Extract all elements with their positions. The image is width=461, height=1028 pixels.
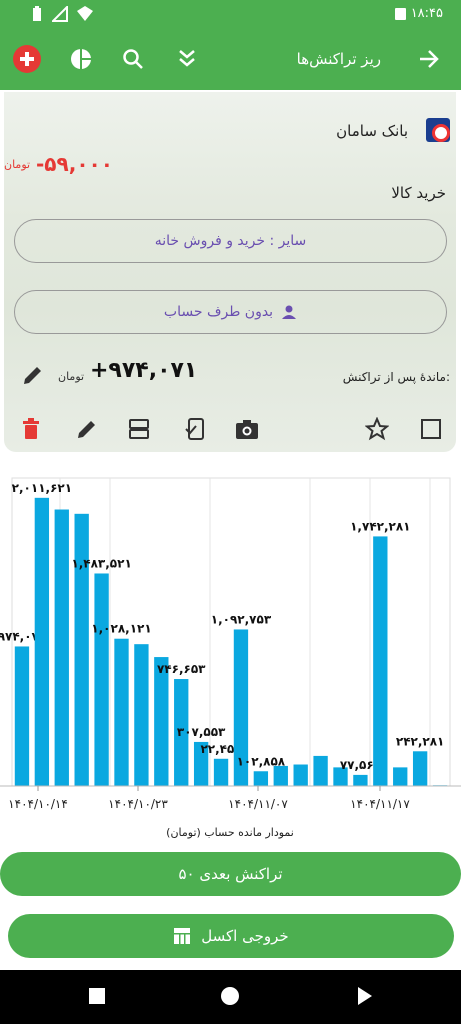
app-bar: ریز تراکنش‌ها [0,30,461,90]
status-time: ۱۸:۴۵ [410,6,443,21]
chart-bar [353,774,368,786]
chart-data-label: ۳۰۷,۵۵۳ [177,725,226,739]
add-button[interactable] [12,44,42,74]
table-icon [174,928,191,944]
chart-bar [273,765,288,786]
bank-name: بانک سامان [336,122,408,140]
recent-apps-icon[interactable] [89,988,105,1004]
search-icon [123,49,143,69]
balance-chart-svg: ۹۷۴,۰۷۱۲,۰۱۱,۶۲۱۱,۴۸۳,۵۲۱۱,۰۲۸,۱۲۱۷۴۶,۶۵… [0,477,461,839]
expand-button[interactable] [172,44,202,74]
pie-chart-button[interactable] [66,44,96,74]
chart-data-label: ۷۴۶,۶۵۳ [157,662,206,676]
transaction-amount: -۵۹,۰۰۰ [36,152,113,176]
wifi-icon [77,6,93,21]
next-transactions-label: ۵۰ تراکنش بعدی [178,865,283,883]
amount-unit: تومان [4,158,31,171]
chart-bar [293,764,308,786]
page-title: ریز تراکنش‌ها [296,50,381,68]
chart-x-tick-label: ۱۴۰۴/۱۰/۱۴ [8,797,68,811]
pie-chart-icon [71,49,91,69]
split-icon [129,419,149,439]
signal-icon [52,6,68,22]
chart-data-label: ۱,۴۸۳,۵۲۱ [71,556,131,570]
transaction-card[interactable]: بانک سامان -۵۹,۰۰۰ تومان خرید کالا سایر … [4,92,456,452]
excel-export-label: خروجی اکسل [201,927,289,945]
chart-bar [134,644,149,786]
star-icon [365,417,389,441]
edit-button[interactable] [72,414,102,444]
double-chevron-down-icon [179,50,195,67]
chart-bar [313,755,328,786]
arrow-right-icon [420,50,439,68]
category-label: سایر : خرید و فروش خانه [154,233,307,249]
chart-bar [373,536,388,786]
chart-data-label: ۱,۰۲۸,۱۲۱ [91,622,151,636]
chart-bar [94,573,109,786]
chart-bar [74,513,89,786]
balance-value: +۹۷۴,۰۷۱ [90,358,198,383]
system-nav-icons [89,987,372,1005]
back-button[interactable] [414,44,444,74]
chart-bar [393,767,408,786]
chart-data-label: ۱,۷۴۲,۲۸۱ [350,519,410,533]
chart-bar [253,771,269,786]
chart-x-label: نمودار مانده حساب (تومان) [166,826,294,839]
excel-export-button[interactable]: خروجی اکسل [8,914,454,958]
next-transactions-button[interactable]: ۵۰ تراکنش بعدی [0,852,461,896]
sim-icon [395,8,406,20]
chart-bar [114,638,129,786]
chart-data-label: ۱,۰۹۲,۷۵۳ [211,612,272,626]
back-nav-icon[interactable] [358,987,372,1005]
bank-logo-icon [426,118,450,142]
chart-bar [213,758,229,786]
balance-chart: ۹۷۴,۰۷۱ ۲,۰۱۱,۶۲۱ ۱,۴۸۳,۵۲۱ ۱,۰۲۸,۱۲۱ ۷۴۶,۶۵… [0,470,461,840]
delete-button[interactable] [16,414,46,444]
phone-check-icon [185,418,204,440]
party-label: بدون طرف حساب [163,304,274,320]
chart-x-tick-label: ۱۴۰۴/۱۱/۱۷ [350,797,410,811]
pencil-icon [78,421,95,438]
camera-icon [236,420,258,439]
chart-bar [154,657,169,786]
transaction-description: خرید کالا [391,184,446,202]
select-checkbox[interactable] [416,414,446,444]
favorite-button[interactable] [362,414,392,444]
split-button[interactable] [124,414,154,444]
pencil-icon [24,367,41,384]
category-field[interactable]: سایر : خرید و فروش خانه [14,219,447,263]
status-bar: ۱۸:۴۵ [0,0,461,30]
add-icon [13,45,41,73]
home-icon[interactable] [221,987,239,1005]
chart-data-label: ۲,۰۱۱,۶۲۱ [12,481,72,495]
party-field[interactable]: بدون طرف حساب [14,290,447,334]
balance-unit: تومان [58,370,85,383]
chart-x-tick-label: ۱۴۰۴/۱۰/۲۳ [108,797,168,811]
battery-icon [33,6,41,21]
chart-data-label: ۲۴۲,۲۸۱ [396,734,445,748]
chart-bar [412,751,428,786]
trash-icon [23,418,39,439]
chart-bar [54,509,69,786]
chart-bar [14,646,30,786]
person-icon [282,305,297,319]
camera-button[interactable] [232,414,262,444]
status-icons [30,6,94,22]
chart-x-tick-label: ۱۴۰۴/۱۱/۰۷ [228,797,288,811]
chart-bar [34,497,50,786]
search-button[interactable] [118,44,148,74]
system-nav-bar [0,970,461,1024]
edit-balance-button[interactable] [18,360,48,390]
balance-label: ماندهٔ پس از تراکنش: [342,370,450,384]
checkbox-icon [421,419,441,439]
mark-done-button[interactable] [180,414,210,444]
